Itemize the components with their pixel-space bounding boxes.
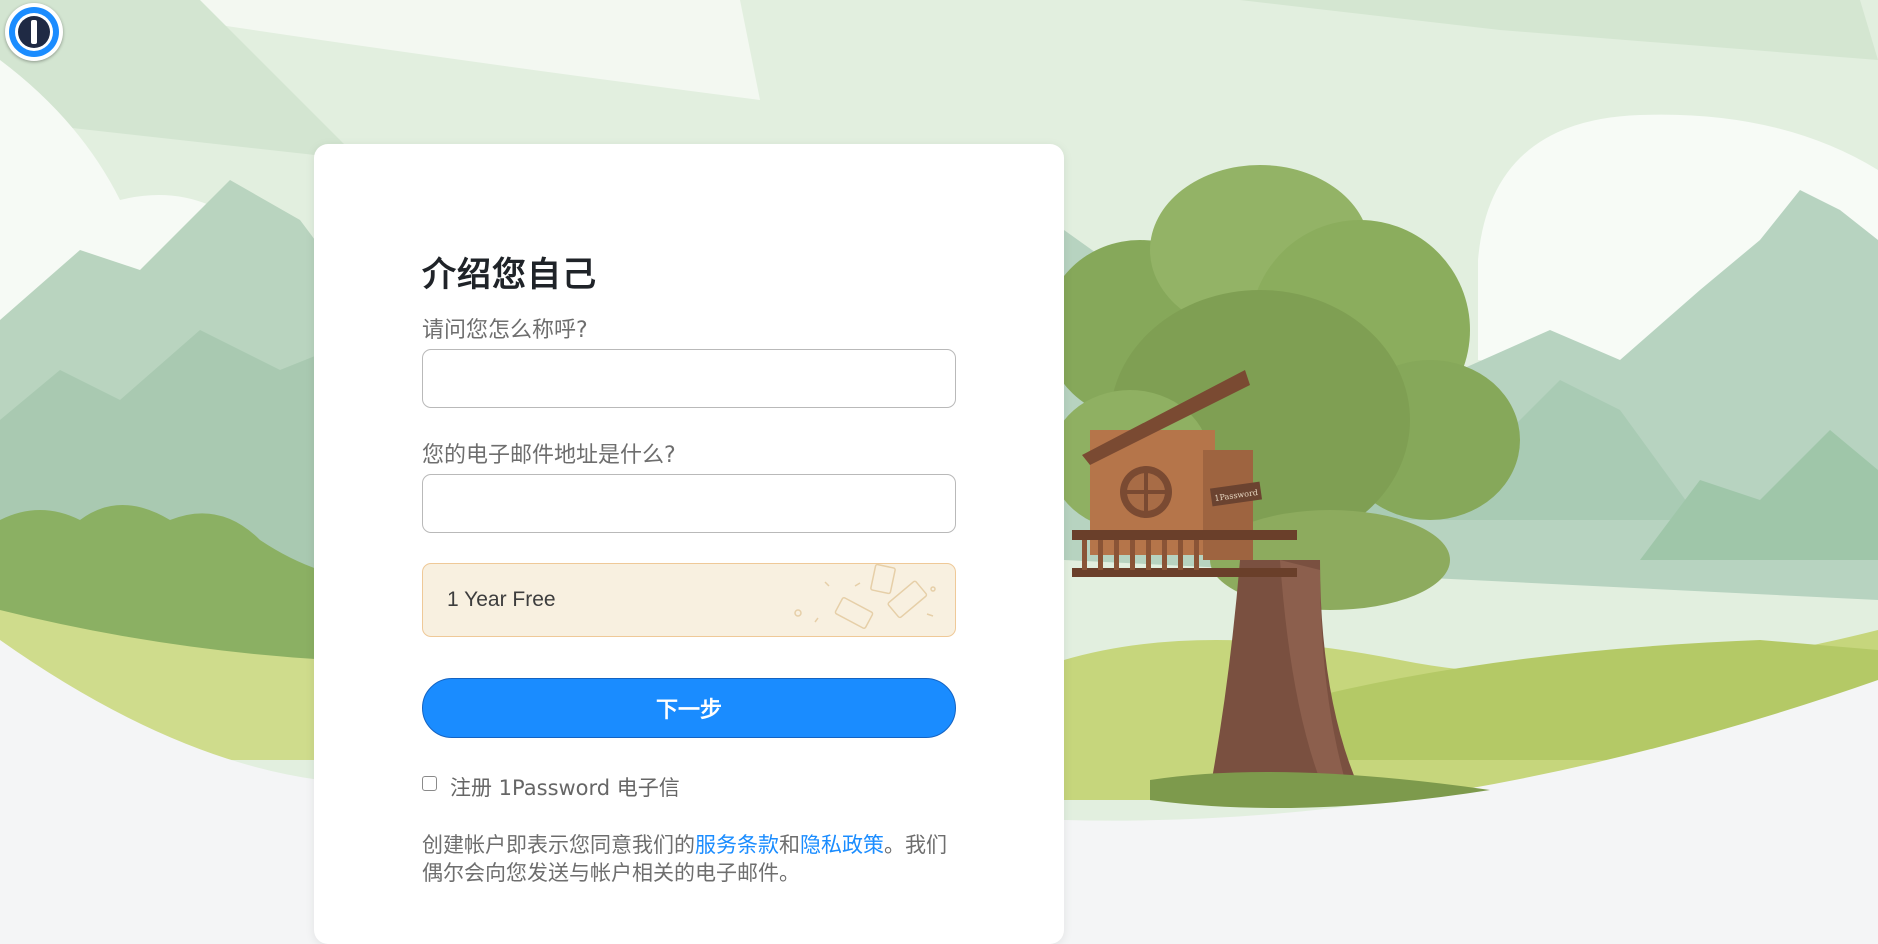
privacy-policy-link[interactable]: 隐私政策 xyxy=(800,833,884,857)
name-label: 请问您怎么称呼? xyxy=(422,318,588,343)
terms-of-service-link[interactable]: 服务条款 xyxy=(695,833,779,857)
signup-card: 介绍您自己 请问您怎么称呼? 您的电子邮件地址是什么? 1 Year Free … xyxy=(314,144,1064,944)
promo-text: 1 Year Free xyxy=(447,588,556,611)
1password-logo-icon[interactable] xyxy=(5,3,63,61)
name-input[interactable] xyxy=(422,349,956,408)
legal-prefix: 创建帐户即表示您同意我们的 xyxy=(422,833,695,857)
page-title: 介绍您自己 xyxy=(422,255,597,295)
coupon-tickets-icon xyxy=(794,564,936,629)
newsletter-row: 注册 1Password 电子信 xyxy=(422,772,680,802)
newsletter-checkbox[interactable] xyxy=(422,775,437,791)
legal-and: 和 xyxy=(779,833,800,857)
email-input[interactable] xyxy=(422,474,956,533)
email-label: 您的电子邮件地址是什么? xyxy=(422,443,676,468)
next-button[interactable]: 下一步 xyxy=(422,678,956,738)
promo-banner: 1 Year Free xyxy=(422,563,956,637)
newsletter-label[interactable]: 注册 1Password 电子信 xyxy=(450,772,680,802)
legal-notice: 创建帐户即表示您同意我们的服务条款和隐私政策。我们偶尔会向您发送与帐户相关的电子… xyxy=(422,831,956,887)
